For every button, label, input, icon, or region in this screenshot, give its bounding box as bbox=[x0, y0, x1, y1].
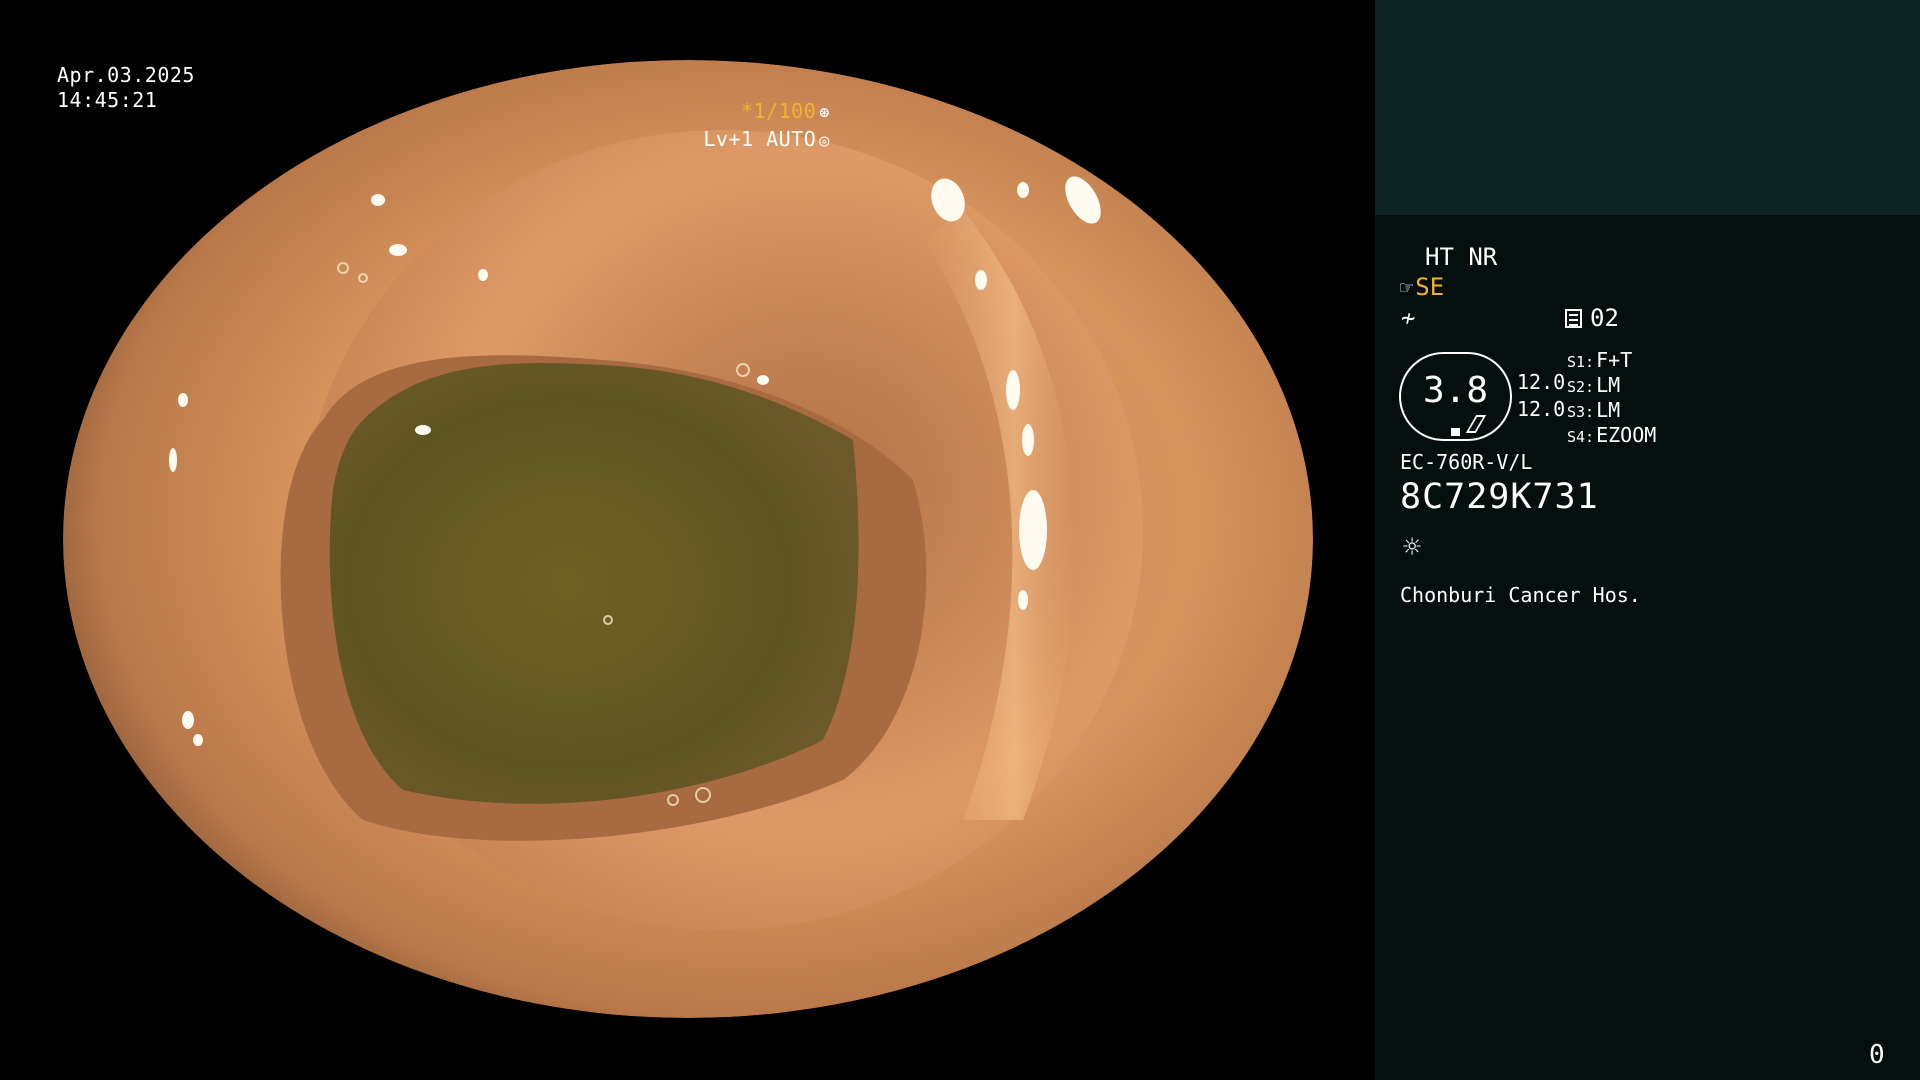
aperture-icon: ⊛ bbox=[819, 103, 830, 123]
exam-date: Apr.03.2025 bbox=[57, 63, 195, 87]
switch-assignment-4: S4: EZOOM bbox=[1567, 423, 1656, 447]
gauge-marker bbox=[1451, 428, 1460, 436]
switch-key: S1: bbox=[1567, 353, 1595, 371]
scope-model: EC-760R-V/L bbox=[1400, 450, 1533, 474]
gauge-value: 3.8 bbox=[1422, 370, 1489, 411]
gauge-needle bbox=[1465, 415, 1487, 433]
iris-level-label: Lv+1 AUTO bbox=[703, 127, 817, 151]
view-mask-top bbox=[0, 0, 1375, 60]
record-icon bbox=[1565, 309, 1582, 328]
enhancement-mode: ☞SE bbox=[1400, 273, 1444, 301]
panel-header-area bbox=[1375, 0, 1920, 215]
mucosa-illustration bbox=[63, 60, 1313, 1018]
view-mask-bottom bbox=[0, 1018, 1375, 1080]
switch-key: S4: bbox=[1567, 428, 1595, 446]
record-count: 02 bbox=[1565, 304, 1619, 332]
ratio-value-2: 12.0 bbox=[1517, 397, 1566, 421]
scope-serial: 8C729K731 bbox=[1400, 477, 1599, 517]
iris-level: Lv+1 AUTO ◎ bbox=[703, 127, 830, 154]
switch-value: EZOOM bbox=[1596, 423, 1657, 447]
hospital-name: Chonburi Cancer Hos. bbox=[1400, 583, 1641, 607]
zoom-gauge: 3.8 bbox=[1399, 352, 1512, 441]
structure-enhance-icon: ☞ bbox=[1400, 276, 1414, 301]
endoscope-view: Apr.03.2025 14:45:21 *1/100 ⊛ Lv+1 AUTO ◎ bbox=[0, 0, 1375, 1080]
switch-key: S3: bbox=[1567, 403, 1595, 421]
switch-value: F+T bbox=[1596, 348, 1633, 372]
freeze-icon: ≁ bbox=[1401, 304, 1416, 332]
record-count-label: 02 bbox=[1590, 304, 1619, 332]
exam-time: 14:45:21 bbox=[57, 88, 158, 112]
frame-counter: 0 bbox=[1869, 1040, 1885, 1070]
switch-value: LM bbox=[1596, 398, 1621, 422]
colon-lumen-image bbox=[63, 60, 1313, 1018]
enhancement-label: SE bbox=[1415, 273, 1445, 301]
auto-iris-icon: ◎ bbox=[819, 131, 830, 151]
shutter-label: *1/100 bbox=[741, 99, 817, 123]
ratio-value-1: 12.0 bbox=[1517, 370, 1566, 394]
light-source-icon: ☼ bbox=[1403, 530, 1422, 565]
shutter-speed: *1/100 ⊛ bbox=[741, 99, 830, 126]
image-mode: HT NR bbox=[1425, 243, 1498, 271]
switch-assignment-2: S2: LM bbox=[1567, 373, 1620, 397]
info-panel: HT NR ☞SE ≁ 02 3.8 12.0 12.0 S1: F+T S2: L… bbox=[1375, 0, 1920, 1080]
switch-value: LM bbox=[1596, 373, 1621, 397]
switch-assignment-1: S1: F+T bbox=[1567, 348, 1632, 372]
switch-key: S2: bbox=[1567, 378, 1595, 396]
switch-assignment-3: S3: LM bbox=[1567, 398, 1620, 422]
